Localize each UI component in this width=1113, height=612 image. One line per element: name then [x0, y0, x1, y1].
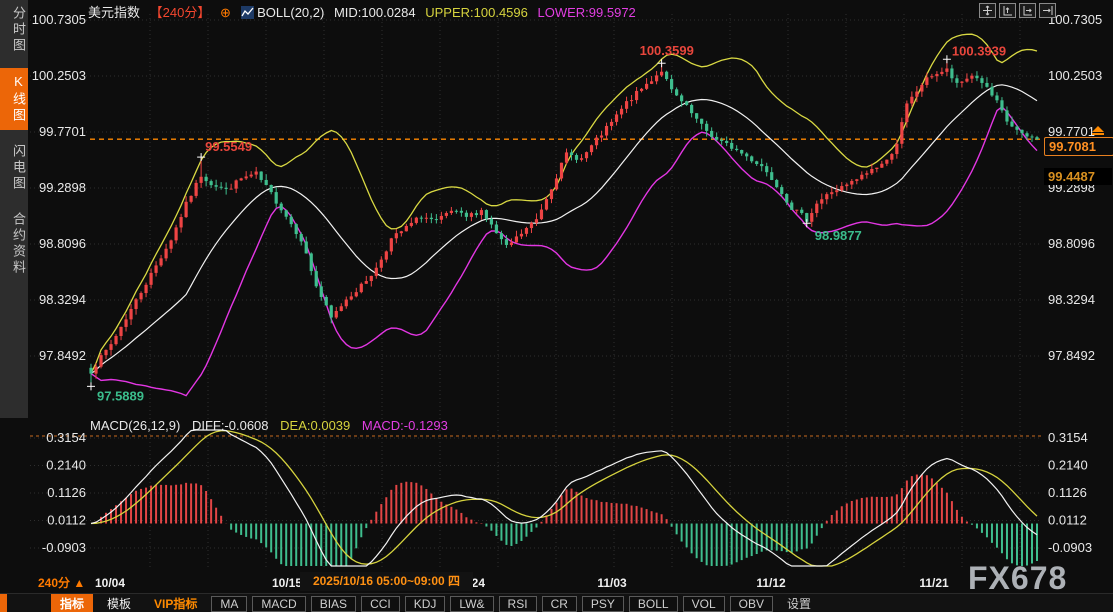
candlestick-chart[interactable]: 97.5889 99.5549 100.3599 98.9877 100.3939 100… [0, 0, 1113, 612]
secondary-price-badge: 99.4487 [1044, 168, 1112, 185]
toolbar-item-LW&[interactable]: LW& [450, 596, 493, 612]
price-tick-left: 99.2898 [39, 180, 86, 195]
toolbar-item-OBV[interactable]: OBV [730, 596, 773, 612]
link-icon[interactable]: ⊕ [220, 5, 231, 20]
date-tick-label: 11/03 [597, 576, 627, 590]
price-tick-right: 98.8096 [1048, 236, 1095, 251]
macd-header: MACD(26,12,9) DIFF:-0.0608 DEA:0.0039 MA… [90, 418, 456, 433]
price-tick-right: 98.3294 [1048, 292, 1095, 307]
price-tick-left: 100.2503 [32, 68, 86, 83]
collapse-right-icon[interactable] [1039, 3, 1056, 18]
date-tick-label: 10/04 [95, 576, 125, 590]
macd-tick-right: 0.0112 [1048, 512, 1087, 527]
svg-text:98.9877: 98.9877 [815, 228, 862, 243]
boll-upper-value: UPPER:100.4596 [425, 5, 528, 20]
chart-tools [979, 3, 1056, 18]
toolbar-item-设置[interactable]: 设置 [778, 594, 820, 612]
price-tick-left: 97.8492 [39, 348, 86, 363]
period-selector[interactable]: 240分 ▲ [38, 574, 85, 591]
macd-tick-left: 0.2140 [46, 457, 86, 472]
date-tick-label: 11/21 [919, 576, 949, 590]
macd-tick-left: 0.3154 [46, 430, 86, 445]
time-range-tooltip: 2025/10/16 05:00~09:00 四 [300, 572, 473, 591]
bollinger-layer [91, 34, 1037, 395]
chart-header: 美元指数 【240分】 ⊕ BOLL(20,2) MID:100.0284 UP… [88, 2, 642, 18]
sidebar-tab-K线图[interactable]: K线图 [0, 68, 28, 130]
toolbar-item-指标[interactable]: 指标 [51, 594, 93, 612]
macd-tick-right: 0.2140 [1048, 457, 1088, 472]
macd-tick-left: 0.0112 [47, 512, 86, 527]
pan-icon[interactable] [979, 3, 996, 18]
toolbar-item-MACD[interactable]: MACD [252, 596, 305, 612]
toolbar-item-PSY[interactable]: PSY [582, 596, 624, 612]
date-tick-label: 11/12 [756, 576, 786, 590]
macd-diff-value: DIFF:-0.0608 [192, 418, 269, 433]
macd-tick-right: 0.1126 [1048, 485, 1087, 500]
sidebar-tab-分时图[interactable]: 分时图 [0, 0, 28, 60]
price-tick-right: 97.8492 [1048, 348, 1095, 363]
svg-text:100.3599: 100.3599 [640, 43, 694, 58]
price-tick-right: 100.7305 [1048, 12, 1102, 27]
boll-label: BOLL(20,2) [257, 5, 324, 20]
macd-tick-left: 0.1126 [47, 485, 86, 500]
toolbar-item-MA[interactable]: MA [211, 596, 247, 612]
sidebar-tab-闪电图[interactable]: 闪电图 [0, 138, 28, 198]
macd-dea-value: DEA:0.0039 [280, 418, 350, 433]
current-price-badge: 99.7081 [1044, 137, 1113, 156]
macd-macd-value: MACD:-0.1293 [362, 418, 448, 433]
toolbar-item-CCI[interactable]: CCI [361, 596, 400, 612]
toolbar-item-RSI[interactable]: RSI [499, 596, 537, 612]
fx678-watermark: FX678 [968, 560, 1067, 597]
date-tick-label: 10/15 [272, 576, 302, 590]
toolbar-item-BIAS[interactable]: BIAS [311, 596, 356, 612]
macd-layer [91, 430, 1037, 566]
price-tick-left: 99.7701 [39, 124, 86, 139]
macd-tick-left: -0.0903 [42, 540, 86, 555]
y-axis-scale-icon[interactable] [999, 3, 1016, 18]
trading-app-window: 分时图 K线图闪电图合约资料 美元指数 【240分】 ⊕ BOLL(20,2) M… [0, 0, 1113, 612]
toolbar-item-VOL[interactable]: VOL [683, 596, 725, 612]
period-badge[interactable]: 【240分】 [150, 5, 211, 20]
symbol-name: 美元指数 [88, 5, 140, 20]
price-arrow-marker [1092, 126, 1104, 135]
sidebar-tab-合约资料[interactable]: 合约资料 [0, 206, 28, 282]
price-tick-left: 98.8096 [39, 236, 86, 251]
price-tick-right: 100.2503 [1048, 68, 1102, 83]
toolbar-accent-bar [0, 594, 7, 612]
annotations-layer: 97.5889 99.5549 100.3599 98.9877 100.3939 [87, 43, 1006, 403]
toolbar-item-CR[interactable]: CR [542, 596, 577, 612]
svg-text:99.5549: 99.5549 [205, 139, 252, 154]
price-tick-left: 100.7305 [32, 12, 86, 27]
boll-lower-value: LOWER:99.5972 [538, 5, 636, 20]
svg-text:100.3939: 100.3939 [952, 43, 1006, 58]
macd-tick-right: 0.3154 [1048, 430, 1088, 445]
macd-label: MACD(26,12,9) [90, 418, 180, 433]
toolbar-item-KDJ[interactable]: KDJ [405, 596, 446, 612]
toolbar-item-VIP指标[interactable]: VIP指标 [145, 594, 206, 612]
svg-text:97.5889: 97.5889 [97, 388, 144, 403]
chart-type-sidebar: 分时图 K线图闪电图合约资料 [0, 0, 28, 418]
indicator-chart-icon[interactable] [241, 6, 254, 19]
boll-mid-value: MID:100.0284 [334, 5, 416, 20]
toolbar-item-模板[interactable]: 模板 [98, 594, 140, 612]
price-tick-left: 98.3294 [39, 292, 86, 307]
macd-tick-right: -0.0903 [1048, 540, 1092, 555]
x-axis-scroll-icon[interactable] [1019, 3, 1036, 18]
toolbar-item-BOLL[interactable]: BOLL [629, 596, 678, 612]
indicator-toolbar: 指标模板 VIP指标 MA MACD BIAS CCI KDJLW&RSI CR PSY BOLL… [0, 593, 1113, 612]
